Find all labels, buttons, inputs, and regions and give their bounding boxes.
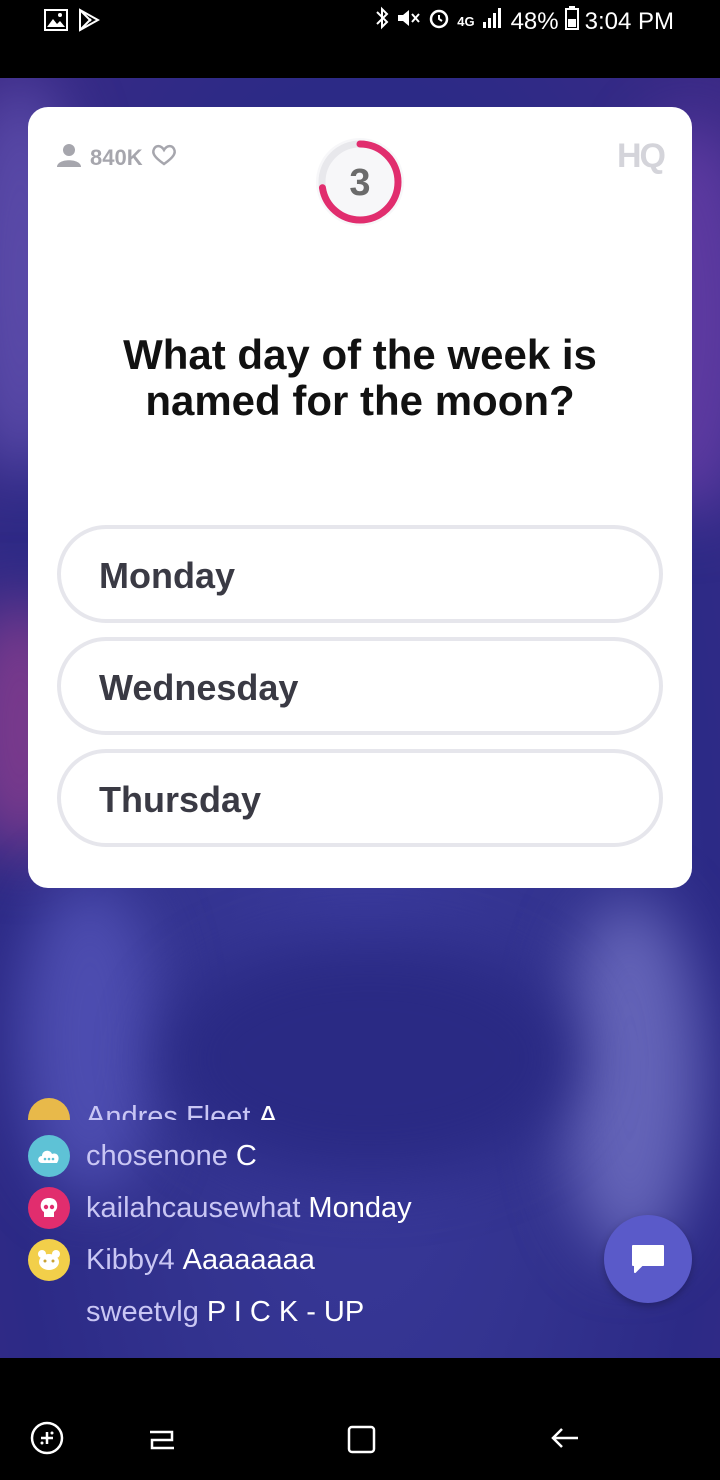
game-launcher-icon[interactable]: [27, 1418, 67, 1458]
chat-text: Monday: [308, 1191, 412, 1224]
battery-percent: 48%: [510, 7, 559, 35]
chat-message: Kibby4 Aaaaaaaa: [28, 1236, 315, 1284]
avatar: [28, 1239, 70, 1281]
video-stage: 840K HQ 3 What day of the week is named …: [0, 78, 720, 1358]
chat-text: P I C K - UP: [206, 1295, 365, 1328]
alarm-icon: [427, 6, 451, 37]
avatar: [28, 1098, 70, 1120]
chat-text: A: [258, 1101, 278, 1120]
battery-icon: [564, 6, 579, 37]
recent-apps-icon[interactable]: [142, 1418, 182, 1458]
clock: 3:04 PM: [584, 7, 674, 35]
chat-message: chosenone C: [28, 1132, 257, 1180]
question-text: What day of the week is named for the mo…: [123, 331, 597, 424]
viewer-count-label: 840K: [90, 145, 143, 170]
heart-icon[interactable]: [151, 143, 177, 173]
cloud-icon: [38, 1150, 59, 1163]
status-bar: 4G 48% 3:04 PM: [0, 0, 720, 78]
mute-icon: [395, 6, 421, 37]
navigation-bar: [0, 1358, 720, 1480]
avatar: [28, 1291, 70, 1333]
avatar: [28, 1187, 70, 1229]
chat-text: Aaaaaaaa: [182, 1243, 315, 1276]
answer-label: Monday: [99, 555, 236, 596]
back-icon[interactable]: [545, 1418, 585, 1458]
answer-label: Thursday: [99, 779, 262, 820]
chat-text: C: [235, 1139, 257, 1172]
bluetooth-icon: [375, 6, 389, 37]
chat-username: kailahcausewhat: [86, 1191, 301, 1224]
chat-bubble-icon: [632, 1245, 664, 1273]
bear-face-icon: [38, 1250, 60, 1270]
chat-username: chosenone: [86, 1139, 228, 1172]
person-icon: [56, 143, 82, 173]
home-icon[interactable]: [342, 1418, 382, 1458]
chat-username: sweetvlg: [86, 1295, 199, 1328]
chat-message: sweetvlg P I C K - UP: [28, 1288, 364, 1336]
answer-option-3[interactable]: Thursday: [57, 749, 663, 847]
timer-value: 3: [349, 162, 371, 204]
gallery-icon: [44, 9, 68, 36]
signal-icon: [481, 6, 505, 37]
answer-option-1[interactable]: Monday: [57, 525, 663, 623]
answer-label: Wednesday: [99, 667, 299, 708]
chat-message-partial: Andres Fleet A: [28, 1090, 278, 1120]
avatar: [28, 1135, 70, 1177]
viewer-count: 840K: [56, 143, 177, 173]
network-type: 4G: [457, 14, 475, 29]
hq-logo: HQ: [617, 137, 666, 175]
chat-username: Kibby4: [86, 1243, 175, 1276]
chat-username: Andres Fleet: [86, 1101, 251, 1120]
skull-icon: [40, 1198, 58, 1217]
answer-option-2[interactable]: Wednesday: [57, 637, 663, 735]
question-card: 840K HQ 3 What day of the week is named …: [28, 107, 692, 888]
background-blob: [560, 898, 700, 1258]
open-chat-button[interactable]: [604, 1215, 692, 1303]
countdown-timer: 3: [313, 135, 407, 229]
play-store-icon: [78, 8, 101, 37]
chat-message: kailahcausewhat Monday: [28, 1184, 412, 1232]
